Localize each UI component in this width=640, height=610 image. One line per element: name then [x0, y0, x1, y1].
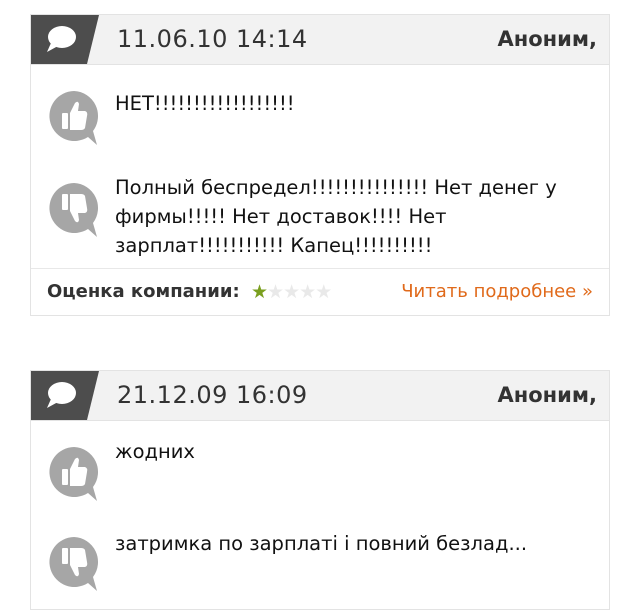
- star-icon: ★: [299, 281, 316, 303]
- comment-bubble-icon: [31, 15, 99, 64]
- pros-text: НЕТ!!!!!!!!!!!!!!!!!!: [115, 92, 295, 115]
- thumbs-up-icon: [49, 91, 99, 145]
- pros-row: НЕТ!!!!!!!!!!!!!!!!!!: [31, 77, 609, 157]
- star-icon: ★: [315, 281, 332, 303]
- review-author: Аноним,: [497, 383, 597, 407]
- cons-row: Полный беспредел!!!!!!!!!!!!!!! Нет дене…: [31, 173, 609, 269]
- review-author: Аноним,: [497, 27, 597, 51]
- thumbs-down-icon: [49, 183, 99, 237]
- review-date: 21.12.09 16:09: [117, 381, 308, 409]
- read-more-link[interactable]: Читать подробнее »: [401, 281, 593, 302]
- pros-row: жодних: [31, 433, 609, 513]
- review-footer: Оценка компании: ★★★★★ Читать подробнее …: [31, 268, 609, 315]
- review-header: 21.12.09 16:09 Аноним,: [31, 371, 609, 421]
- rating-label: Оценка компании:: [47, 281, 240, 302]
- cons-text: затримка по зарплаті і повний безлад...: [115, 532, 528, 555]
- review-date: 11.06.10 14:14: [117, 25, 308, 53]
- comment-bubble-icon: [31, 371, 99, 420]
- review-header: 11.06.10 14:14 Аноним,: [31, 15, 609, 65]
- cons-text: Полный беспредел!!!!!!!!!!!!!!! Нет дене…: [115, 176, 557, 257]
- rating-stars: ★★★★★: [251, 281, 332, 303]
- pros-text: жодних: [115, 440, 195, 463]
- thumbs-up-icon: [49, 447, 99, 501]
- thumbs-down-icon: [49, 537, 99, 591]
- star-icon: ★: [283, 281, 300, 303]
- review-card: 21.12.09 16:09 Аноним, жодних затримка п…: [30, 370, 610, 610]
- cons-row: затримка по зарплаті і повний безлад...: [31, 529, 609, 609]
- review-card: 11.06.10 14:14 Аноним, НЕТ!!!!!!!!!!!!!!…: [30, 14, 610, 316]
- star-icon: ★: [251, 281, 268, 303]
- star-icon: ★: [267, 281, 284, 303]
